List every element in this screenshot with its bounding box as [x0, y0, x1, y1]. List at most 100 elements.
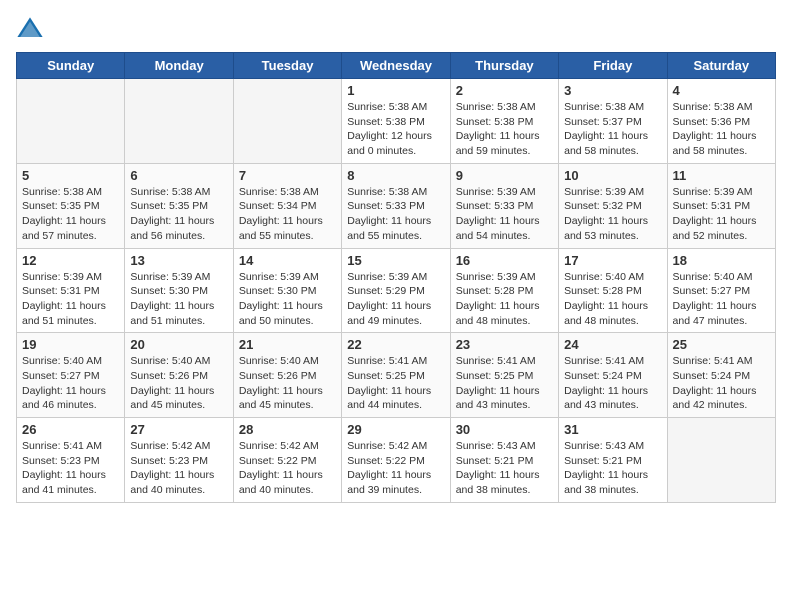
calendar-table: SundayMondayTuesdayWednesdayThursdayFrid… [16, 52, 776, 503]
day-number: 24 [564, 337, 661, 352]
calendar-cell: 6Sunrise: 5:38 AM Sunset: 5:35 PM Daylig… [125, 163, 233, 248]
calendar-cell: 24 Sunrise: 5:41 AM Sunset: 5:24 PM Dayli… [559, 333, 667, 418]
day-number: 11 [673, 168, 770, 183]
day-number: 30 [456, 422, 553, 437]
calendar-cell: 16Sunrise: 5:39 AM Sunset: 5:28 PM Dayli… [450, 248, 558, 333]
logo [16, 16, 48, 44]
day-number: 21 [239, 337, 336, 352]
day-info: Sunrise: 5:39 AM Sunset: 5:31 PM Dayligh… [22, 270, 119, 329]
calendar-cell: 2 Sunrise: 5:38 AM Sunset: 5:38 PM Daylig… [450, 79, 558, 164]
day-info: Sunrise: 5:38 AM Sunset: 5:35 PM Dayligh… [130, 185, 227, 244]
calendar-cell: 9Sunrise: 5:39 AM Sunset: 5:33 PM Daylig… [450, 163, 558, 248]
calendar-week-row: 12 Sunrise: 5:39 AM Sunset: 5:31 PM Dayli… [17, 248, 776, 333]
day-info: Sunrise: 5:42 AM Sunset: 5:22 PM Dayligh… [239, 439, 336, 498]
day-number: 14 [239, 253, 336, 268]
day-number: 3 [564, 83, 661, 98]
day-number: 20 [130, 337, 227, 352]
day-info: Sunrise: 5:42 AM Sunset: 5:22 PM Dayligh… [347, 439, 444, 498]
calendar-cell: 8 Sunrise: 5:38 AM Sunset: 5:33 PM Daylig… [342, 163, 450, 248]
calendar-week-row: 26 Sunrise: 5:41 AM Sunset: 5:23 PM Dayli… [17, 418, 776, 503]
calendar-cell [667, 418, 775, 503]
day-number: 9 [456, 168, 553, 183]
day-number: 26 [22, 422, 119, 437]
calendar-cell: 23 Sunrise: 5:41 AM Sunset: 5:25 PM Dayli… [450, 333, 558, 418]
day-number: 10 [564, 168, 661, 183]
day-number: 17 [564, 253, 661, 268]
day-info: Sunrise: 5:41 AM Sunset: 5:25 PM Dayligh… [456, 354, 553, 413]
day-info: Sunrise: 5:39 AM Sunset: 5:30 PM Dayligh… [239, 270, 336, 329]
calendar-cell: 20 Sunrise: 5:40 AM Sunset: 5:26 PM Dayli… [125, 333, 233, 418]
weekday-header-monday: Monday [125, 53, 233, 79]
day-info: Sunrise: 5:43 AM Sunset: 5:21 PM Dayligh… [564, 439, 661, 498]
weekday-header-friday: Friday [559, 53, 667, 79]
day-number: 5 [22, 168, 119, 183]
day-number: 15 [347, 253, 444, 268]
calendar-cell [233, 79, 341, 164]
calendar-cell: 7 Sunrise: 5:38 AM Sunset: 5:34 PM Daylig… [233, 163, 341, 248]
calendar-cell: 14 Sunrise: 5:39 AM Sunset: 5:30 PM Dayli… [233, 248, 341, 333]
day-number: 12 [22, 253, 119, 268]
calendar-cell: 17 Sunrise: 5:40 AM Sunset: 5:28 PM Dayli… [559, 248, 667, 333]
day-info: Sunrise: 5:40 AM Sunset: 5:26 PM Dayligh… [130, 354, 227, 413]
day-info: Sunrise: 5:41 AM Sunset: 5:23 PM Dayligh… [22, 439, 119, 498]
calendar-cell: 12 Sunrise: 5:39 AM Sunset: 5:31 PM Dayli… [17, 248, 125, 333]
calendar-cell: 11 Sunrise: 5:39 AM Sunset: 5:31 PM Dayli… [667, 163, 775, 248]
calendar-cell: 1Sunrise: 5:38 AM Sunset: 5:38 PM Daylig… [342, 79, 450, 164]
calendar-cell: 29 Sunrise: 5:42 AM Sunset: 5:22 PM Dayli… [342, 418, 450, 503]
calendar-cell: 13 Sunrise: 5:39 AM Sunset: 5:30 PM Dayli… [125, 248, 233, 333]
day-number: 25 [673, 337, 770, 352]
day-info: Sunrise: 5:42 AM Sunset: 5:23 PM Dayligh… [130, 439, 227, 498]
page-header [16, 16, 776, 44]
calendar-cell: 18Sunrise: 5:40 AM Sunset: 5:27 PM Dayli… [667, 248, 775, 333]
logo-icon [16, 16, 44, 44]
day-info: Sunrise: 5:41 AM Sunset: 5:24 PM Dayligh… [673, 354, 770, 413]
calendar-cell: 30 Sunrise: 5:43 AM Sunset: 5:21 PM Dayli… [450, 418, 558, 503]
day-info: Sunrise: 5:40 AM Sunset: 5:27 PM Dayligh… [673, 270, 770, 329]
day-info: Sunrise: 5:40 AM Sunset: 5:28 PM Dayligh… [564, 270, 661, 329]
day-info: Sunrise: 5:38 AM Sunset: 5:38 PM Dayligh… [456, 100, 553, 159]
day-number: 28 [239, 422, 336, 437]
day-info: Sunrise: 5:39 AM Sunset: 5:30 PM Dayligh… [130, 270, 227, 329]
day-number: 4 [673, 83, 770, 98]
day-number: 19 [22, 337, 119, 352]
calendar-cell: 3Sunrise: 5:38 AM Sunset: 5:37 PM Daylig… [559, 79, 667, 164]
weekday-header-row: SundayMondayTuesdayWednesdayThursdayFrid… [17, 53, 776, 79]
weekday-header-sunday: Sunday [17, 53, 125, 79]
calendar-cell: 5 Sunrise: 5:38 AM Sunset: 5:35 PM Daylig… [17, 163, 125, 248]
calendar-cell: 25 Sunrise: 5:41 AM Sunset: 5:24 PM Dayli… [667, 333, 775, 418]
day-info: Sunrise: 5:40 AM Sunset: 5:26 PM Dayligh… [239, 354, 336, 413]
weekday-header-saturday: Saturday [667, 53, 775, 79]
calendar-cell: 21 Sunrise: 5:40 AM Sunset: 5:26 PM Dayli… [233, 333, 341, 418]
day-number: 31 [564, 422, 661, 437]
day-info: Sunrise: 5:40 AM Sunset: 5:27 PM Dayligh… [22, 354, 119, 413]
day-info: Sunrise: 5:41 AM Sunset: 5:25 PM Dayligh… [347, 354, 444, 413]
day-info: Sunrise: 5:38 AM Sunset: 5:35 PM Dayligh… [22, 185, 119, 244]
day-number: 7 [239, 168, 336, 183]
day-number: 13 [130, 253, 227, 268]
calendar-cell: 22 Sunrise: 5:41 AM Sunset: 5:25 PM Dayli… [342, 333, 450, 418]
calendar-cell: 28 Sunrise: 5:42 AM Sunset: 5:22 PM Dayli… [233, 418, 341, 503]
calendar-cell: 27 Sunrise: 5:42 AM Sunset: 5:23 PM Dayli… [125, 418, 233, 503]
day-number: 2 [456, 83, 553, 98]
calendar-cell: 31 Sunrise: 5:43 AM Sunset: 5:21 PM Dayli… [559, 418, 667, 503]
day-info: Sunrise: 5:41 AM Sunset: 5:24 PM Dayligh… [564, 354, 661, 413]
day-info: Sunrise: 5:38 AM Sunset: 5:33 PM Dayligh… [347, 185, 444, 244]
calendar-week-row: 1 Sunrise: 5:38 AM Sunset: 5:38 PM Daylig… [17, 79, 776, 164]
weekday-header-tuesday: Tuesday [233, 53, 341, 79]
day-info: Sunrise: 5:39 AM Sunset: 5:31 PM Dayligh… [673, 185, 770, 244]
day-number: 22 [347, 337, 444, 352]
day-number: 1 [347, 83, 444, 98]
calendar-week-row: 19 Sunrise: 5:40 AM Sunset: 5:27 PM Dayli… [17, 333, 776, 418]
day-number: 16 [456, 253, 553, 268]
day-info: Sunrise: 5:38 AM Sunset: 5:34 PM Dayligh… [239, 185, 336, 244]
calendar-cell: 10 Sunrise: 5:39 AM Sunset: 5:32 PM Dayli… [559, 163, 667, 248]
day-info: Sunrise: 5:39 AM Sunset: 5:32 PM Dayligh… [564, 185, 661, 244]
day-number: 8 [347, 168, 444, 183]
calendar-cell: 4Sunrise: 5:38 AM Sunset: 5:36 PM Daylig… [667, 79, 775, 164]
day-info: Sunrise: 5:39 AM Sunset: 5:29 PM Dayligh… [347, 270, 444, 329]
day-info: Sunrise: 5:43 AM Sunset: 5:21 PM Dayligh… [456, 439, 553, 498]
day-number: 23 [456, 337, 553, 352]
weekday-header-thursday: Thursday [450, 53, 558, 79]
day-number: 27 [130, 422, 227, 437]
day-number: 29 [347, 422, 444, 437]
